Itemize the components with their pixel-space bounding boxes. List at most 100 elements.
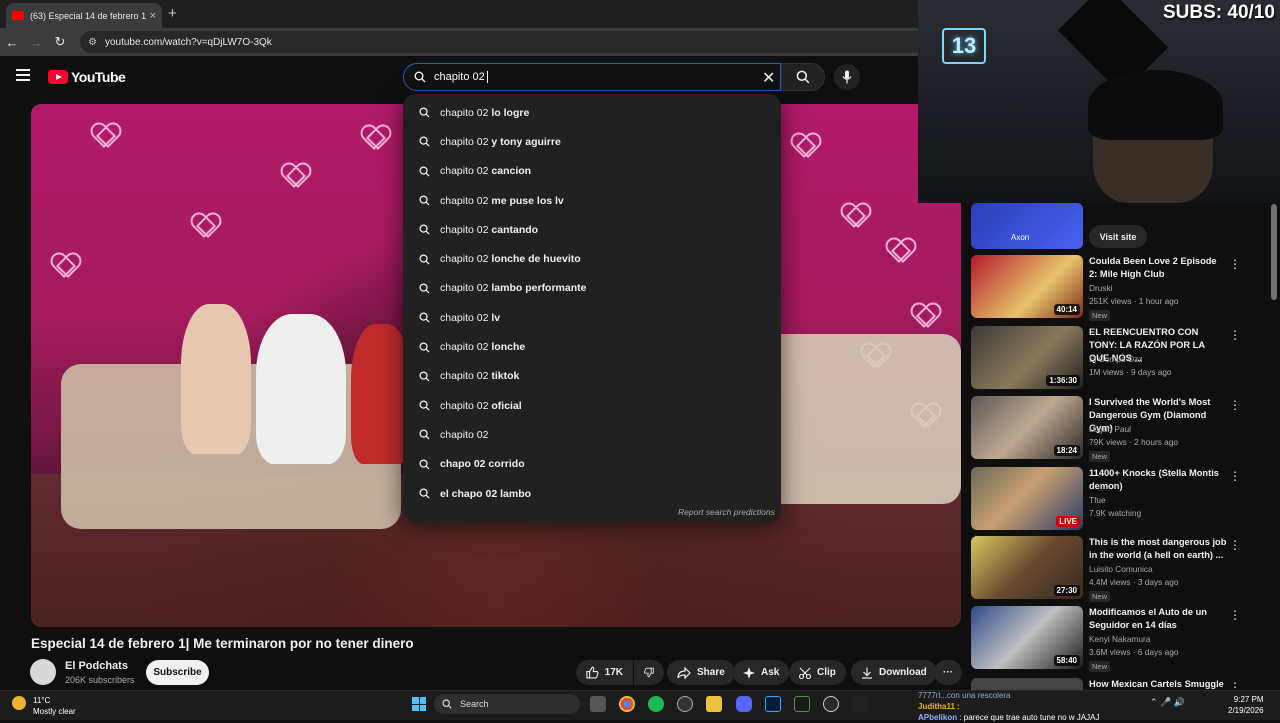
- suggestion-item[interactable]: chapito 02 tiktok: [403, 362, 781, 391]
- download-button[interactable]: Download: [851, 660, 937, 685]
- video-thumbnail: 18:24: [971, 396, 1083, 459]
- weather-widget[interactable]: 11°C Mostly clear: [33, 695, 76, 717]
- more-options-icon[interactable]: ⋮: [1229, 257, 1241, 271]
- chat-message: : parece que trae auto tune no w JAJAJ: [959, 713, 1100, 722]
- suggestion-item[interactable]: chapito 02 y tony aguirre: [403, 127, 781, 156]
- more-options-icon[interactable]: ⋮: [1229, 608, 1241, 622]
- spotify-icon[interactable]: [648, 696, 664, 712]
- voice-search-button[interactable]: [834, 64, 860, 90]
- discord-icon[interactable]: [736, 696, 752, 712]
- recommended-title: How Mexican Cartels Smuggle: [1089, 679, 1224, 689]
- suggestion-item[interactable]: chapo 02 corrido: [403, 450, 781, 479]
- tab-close-icon[interactable]: ×: [150, 10, 156, 22]
- clip-button[interactable]: Clip: [789, 660, 846, 685]
- taskbar-search[interactable]: Search: [434, 694, 580, 714]
- video-title: Especial 14 de febrero 1| Me terminaron …: [31, 636, 414, 651]
- suggestion-item[interactable]: chapito 02 cantando: [403, 215, 781, 244]
- more-options-icon[interactable]: ⋮: [1229, 680, 1241, 690]
- task-view-icon[interactable]: [590, 696, 606, 712]
- search-icon: [419, 488, 430, 499]
- suggestion-item[interactable]: chapito 02 lv: [403, 303, 781, 332]
- url-text: youtube.com/watch?v=qDjLW7O-3Qk: [104, 36, 272, 48]
- sidebar-scrollbar[interactable]: [1271, 204, 1277, 300]
- channel-avatar[interactable]: [30, 659, 56, 685]
- recommended-meta: 251K views · 1 hour ago: [1089, 296, 1179, 306]
- suggestion-item[interactable]: chapito 02: [403, 420, 781, 449]
- like-button[interactable]: 17K: [576, 660, 633, 685]
- ad-thumbnail[interactable]: Axon: [971, 203, 1083, 249]
- chat-top-line: 7777rl...con una rescolera: [918, 691, 1011, 700]
- windows-start-icon[interactable]: [412, 697, 426, 711]
- app-icon[interactable]: [677, 696, 693, 712]
- suggestion-item[interactable]: chapito 02 me puse los lv: [403, 186, 781, 215]
- recommended-video[interactable]: 40:14 Coulda Been Love 2 Episode 2: Mile…: [971, 255, 1251, 321]
- video-thumbnail: LIVE: [971, 467, 1083, 530]
- back-icon[interactable]: ←: [0, 35, 24, 50]
- stream-chat-overlay: 7777rl...con una rescolera Juditha11 : A…: [918, 690, 1099, 723]
- new-badge: New: [1089, 591, 1111, 602]
- search-icon: [419, 283, 430, 294]
- search-icon: [419, 254, 430, 265]
- recommended-channel: Tfue: [1089, 495, 1106, 505]
- thumbs-down-icon: [644, 667, 654, 678]
- new-tab-button[interactable]: +: [168, 5, 177, 22]
- weather-icon[interactable]: [12, 696, 26, 710]
- share-button[interactable]: Share: [667, 660, 735, 685]
- recommended-video[interactable]: 58:40 Modificamos el Auto de un Seguidor…: [971, 606, 1251, 672]
- browser-tab[interactable]: (63) Especial 14 de febrero 1| M ×: [6, 3, 162, 28]
- search-icon: [419, 459, 430, 470]
- dislike-button[interactable]: [634, 660, 664, 685]
- forward-icon[interactable]: →: [24, 35, 48, 50]
- search-icon: [419, 166, 430, 177]
- search-icon: [442, 699, 452, 709]
- clear-search-icon[interactable]: ✕: [762, 68, 775, 88]
- search-suggestions-dropdown: chapito 02 lo logre chapito 02 y tony ag…: [403, 94, 781, 522]
- subscribe-button[interactable]: Subscribe: [146, 660, 209, 685]
- recommended-video[interactable]: LIVE 11400+ Knocks (Stella Montis demon)…: [971, 467, 1251, 531]
- app-icon[interactable]: [794, 696, 810, 712]
- taskbar-clock[interactable]: 9:27 PM 2/19/2026: [1228, 694, 1264, 716]
- youtube-logo[interactable]: YouTube: [48, 69, 126, 85]
- site-info-icon[interactable]: ⚙: [88, 37, 97, 48]
- suggestion-item[interactable]: chapito 02 lonche: [403, 332, 781, 361]
- recommended-channel: Druski: [1089, 283, 1113, 293]
- suggestion-item[interactable]: el chapo 02 lambo: [403, 479, 781, 508]
- file-explorer-icon[interactable]: [706, 696, 722, 712]
- search-icon: [419, 341, 430, 353]
- recommended-video[interactable]: How Mexican Cartels Smuggle ⋮: [971, 678, 1251, 690]
- more-actions-button[interactable]: ···: [934, 660, 962, 685]
- ask-button[interactable]: Ask: [733, 660, 790, 685]
- menu-icon[interactable]: [16, 69, 30, 81]
- more-options-icon[interactable]: ⋮: [1229, 398, 1241, 412]
- search-button[interactable]: [781, 63, 825, 91]
- report-predictions-link[interactable]: Report search predictions: [678, 507, 775, 517]
- thumbs-up-icon: [586, 666, 599, 679]
- system-tray[interactable]: ⌃ 🎤 🔊: [1150, 697, 1185, 708]
- search-icon: [796, 70, 810, 84]
- reload-icon[interactable]: ↻: [48, 34, 72, 50]
- address-bar[interactable]: ⚙ youtube.com/watch?v=qDjLW7O-3Qk: [80, 31, 918, 53]
- channel-name[interactable]: El Podchats: [65, 660, 128, 672]
- new-badge: New: [1089, 661, 1111, 672]
- chrome-icon[interactable]: [619, 696, 635, 712]
- recommended-title: Modificamos el Auto de un Seguidor en 14…: [1089, 607, 1207, 630]
- suggestion-item[interactable]: chapito 02 lambo performante: [403, 274, 781, 303]
- visit-site-button[interactable]: Visit site: [1089, 225, 1147, 248]
- suggestion-item[interactable]: chapito 02 lo logre: [403, 98, 781, 127]
- share-icon: [677, 666, 691, 679]
- chat-username: APbelikon: [918, 713, 958, 722]
- more-options-icon[interactable]: ⋮: [1229, 328, 1241, 342]
- suggestion-item[interactable]: chapito 02 lonche de huevito: [403, 244, 781, 273]
- more-options-icon[interactable]: ⋮: [1229, 469, 1241, 483]
- suggestion-item[interactable]: chapito 02 oficial: [403, 391, 781, 420]
- search-input[interactable]: chapito 02: [403, 63, 781, 91]
- suggestion-item[interactable]: chapito 02 cancion: [403, 157, 781, 186]
- recommended-video[interactable]: 18:24 I Survived the World's Most Danger…: [971, 396, 1251, 462]
- recommended-video[interactable]: 27:30 This is the most dangerous job in …: [971, 536, 1251, 602]
- photoshop-icon[interactable]: [765, 696, 781, 712]
- search-icon: [419, 224, 430, 235]
- recommended-video[interactable]: 1:36:30 EL REENCUENTRO CON TONY: LA RAZÓ…: [971, 326, 1251, 390]
- more-options-icon[interactable]: ⋮: [1229, 538, 1241, 552]
- app-icon[interactable]: [823, 696, 839, 712]
- capcut-icon[interactable]: [852, 696, 868, 712]
